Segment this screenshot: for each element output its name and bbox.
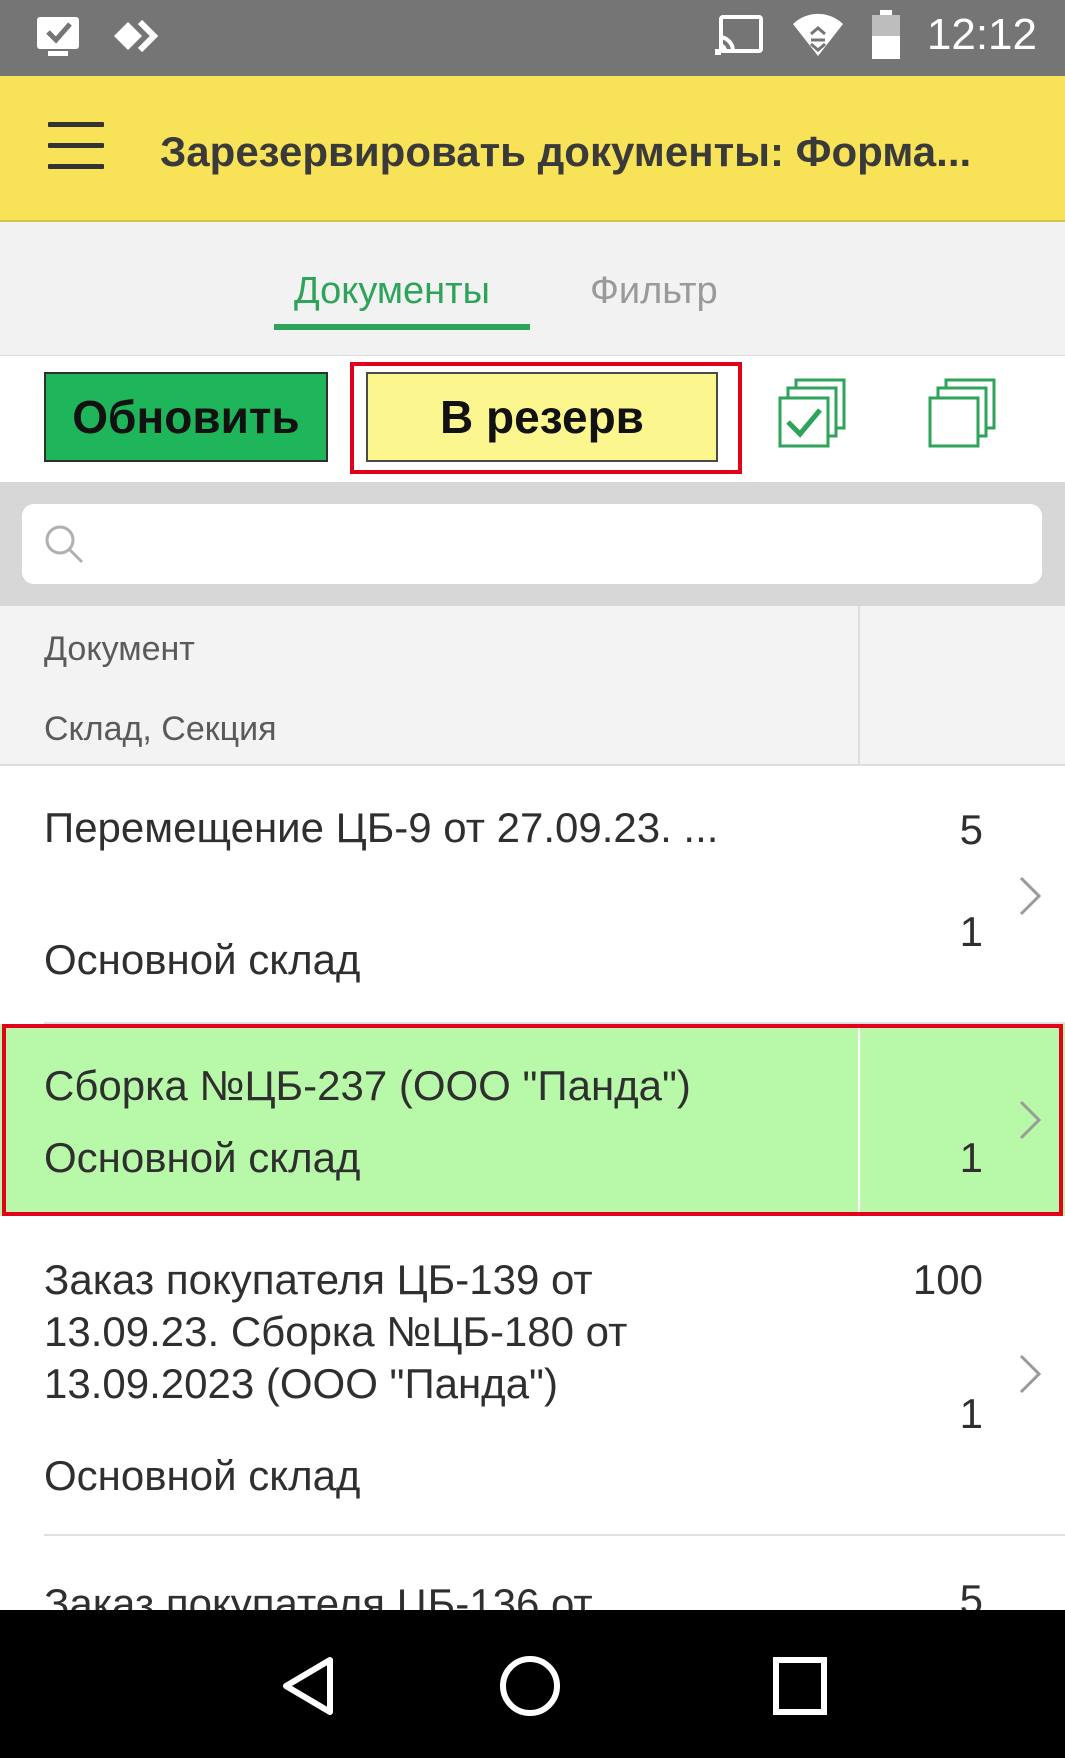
column-header-document: Документ (44, 630, 195, 668)
wifi-icon (792, 13, 843, 56)
row-qty-bottom: 1 (959, 1390, 983, 1437)
row-document: Заказ покупателя ЦБ-139 от 13.09.23. Сбо… (44, 1256, 628, 1407)
table-header: Документ Склад, Секция (0, 606, 1065, 766)
status-right-icons: 12:12 (714, 10, 1037, 60)
chevron-right-icon (1019, 1354, 1042, 1394)
table-row[interactable]: Перемещение ЦБ-9 от 27.09.23. ... Основн… (0, 766, 1065, 1024)
tab-bar: Документы Фильтр (0, 222, 1065, 356)
check-all-icon[interactable] (778, 378, 848, 450)
status-bar: 12:12 (0, 0, 1065, 76)
cast-icon (714, 15, 763, 55)
search-input[interactable] (100, 512, 1020, 574)
refresh-button[interactable]: Обновить (44, 372, 328, 462)
row-qty-top: 5 (959, 1576, 983, 1610)
chevron-right-icon (1019, 876, 1042, 916)
row-qty-top: 100 (912, 1256, 983, 1303)
search-icon (45, 525, 84, 564)
uncheck-all-icon[interactable] (928, 378, 998, 450)
table-row[interactable]: Заказ покупателя ЦБ-139 от 13.09.23. Сбо… (0, 1216, 1065, 1536)
title-bar: Зарезервировать документы: Форма... (0, 76, 1065, 222)
column-divider (858, 606, 860, 766)
selected-row-highlight (2, 1024, 1063, 1216)
row-qty-bottom: 1 (959, 908, 983, 955)
toolbar: Обновить В резерв (0, 356, 1065, 482)
recent-apps-icon[interactable] (772, 1656, 828, 1716)
battery-icon (871, 10, 900, 59)
column-header-warehouse: Склад, Секция (44, 710, 277, 748)
tab-documents[interactable]: Документы (294, 270, 490, 313)
navigation-bar (0, 1610, 1065, 1758)
checkbox-notification-icon (37, 17, 79, 56)
search-bar (0, 482, 1065, 606)
status-time: 12:12 (926, 10, 1037, 59)
page-title: Зарезервировать документы: Форма... (160, 128, 972, 175)
app-diamond-icon (114, 19, 159, 53)
table-row[interactable]: Заказ покупателя ЦБ-136 от 5 (0, 1536, 1065, 1610)
menu-icon[interactable] (48, 122, 104, 170)
reserve-button[interactable]: В резерв (366, 372, 718, 462)
row-warehouse: Основной склад (44, 936, 361, 983)
active-tab-indicator (274, 324, 530, 330)
home-icon[interactable] (498, 1654, 562, 1718)
row-qty-top: 5 (959, 806, 983, 853)
tab-filter[interactable]: Фильтр (590, 270, 718, 313)
row-warehouse: Основной склад (44, 1452, 361, 1499)
row-document: Перемещение ЦБ-9 от 27.09.23. ... (44, 804, 719, 851)
back-icon[interactable] (278, 1654, 338, 1718)
row-document: Заказ покупателя ЦБ-136 от (44, 1580, 593, 1610)
status-left-icons (34, 14, 166, 58)
table-row-selected[interactable]: Сборка №ЦБ-237 (ООО "Панда") Основной ск… (0, 1024, 1065, 1216)
